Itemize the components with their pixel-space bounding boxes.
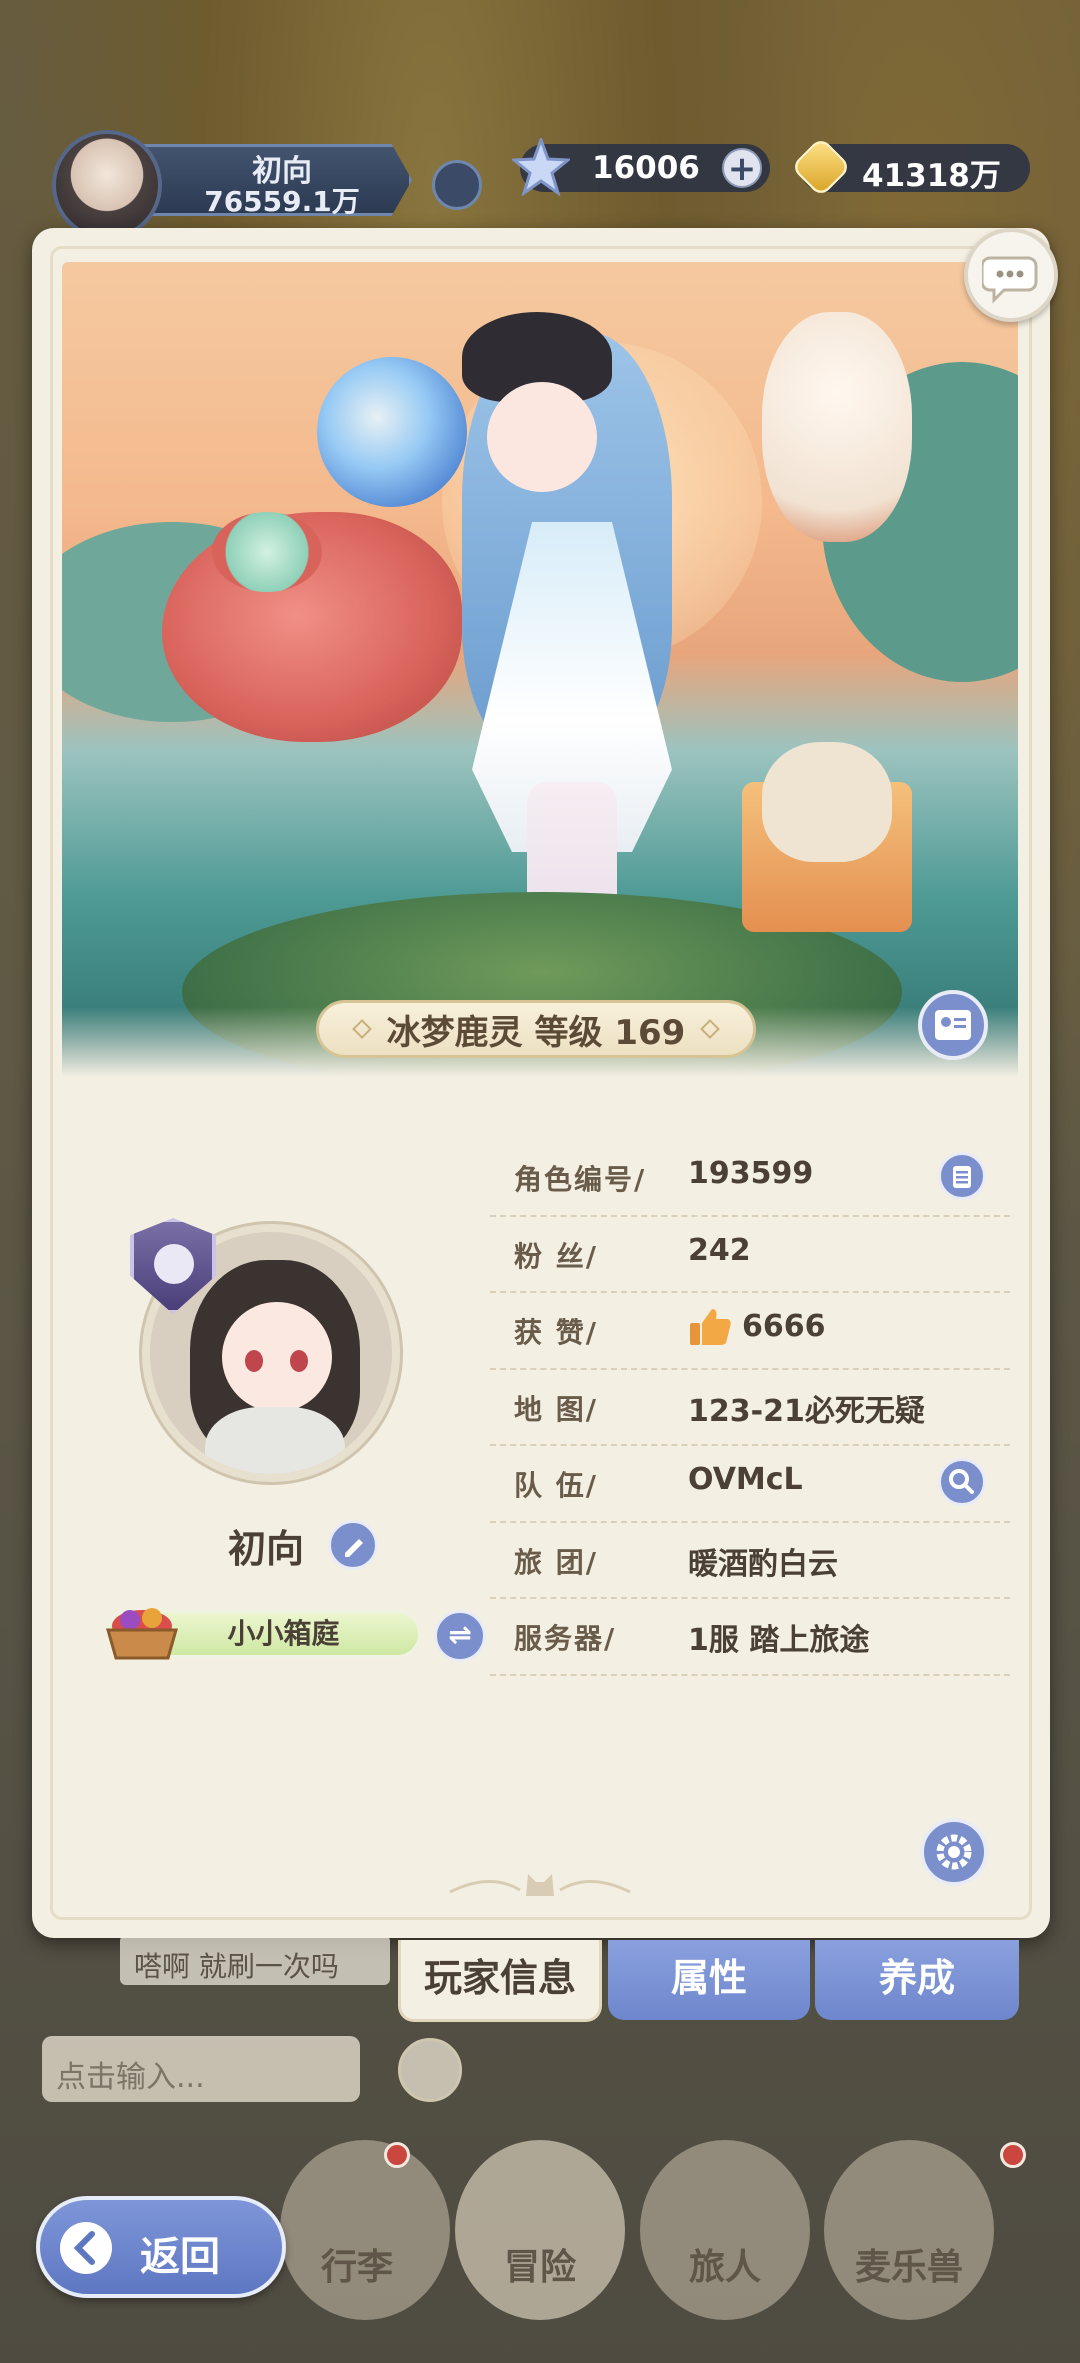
emoji-button[interactable] bbox=[398, 2038, 462, 2102]
avatar-body bbox=[205, 1407, 345, 1474]
back-arrow-icon bbox=[60, 2222, 112, 2274]
settings-button[interactable] bbox=[920, 1818, 988, 1886]
water-orb bbox=[317, 357, 467, 507]
notification-dot bbox=[1000, 2142, 1026, 2168]
info-value: 6666 bbox=[742, 1309, 826, 1344]
nav-pets-label: 麦乐兽 bbox=[854, 2247, 963, 2288]
info-label: 队 伍/ bbox=[514, 1469, 598, 1502]
ornament-diamond-icon bbox=[700, 1019, 721, 1039]
fish-pet-eye bbox=[212, 512, 322, 592]
nav-luggage-label: 行李 bbox=[320, 2247, 393, 2288]
info-row-role-id: 角色编号/ 193599 bbox=[490, 1140, 1010, 1217]
edit-name-button[interactable] bbox=[328, 1520, 378, 1570]
copy-id-button[interactable] bbox=[938, 1152, 986, 1200]
add-gems-button[interactable]: + bbox=[722, 148, 762, 188]
info-value: 193599 bbox=[688, 1156, 814, 1191]
nav-luggage[interactable] bbox=[280, 2140, 450, 2320]
info-value: 123-21必死无疑 bbox=[688, 1393, 925, 1429]
view-team-button[interactable] bbox=[938, 1458, 986, 1506]
ornament-diamond-icon bbox=[351, 1019, 372, 1039]
top-player-profile[interactable]: 初向 76559.1万 bbox=[12, 130, 482, 240]
notification-dot bbox=[384, 2142, 410, 2168]
pencil-icon bbox=[345, 1539, 363, 1557]
cat-ornament-icon bbox=[449, 1874, 631, 1896]
top-avatar[interactable] bbox=[52, 130, 162, 240]
search-icon bbox=[949, 1469, 974, 1494]
tab-player-info[interactable]: 玩家信息 bbox=[398, 1940, 602, 2022]
copy-icon bbox=[953, 1166, 971, 1188]
gem-count: 16006 bbox=[592, 150, 700, 186]
cat-face bbox=[762, 742, 892, 862]
nav-travelers[interactable] bbox=[640, 2140, 810, 2320]
guild-icon[interactable] bbox=[432, 160, 482, 210]
back-label: 返回 bbox=[140, 2234, 220, 2280]
nav-pets[interactable] bbox=[824, 2140, 994, 2320]
character-title-plate: 冰梦鹿灵 等级 169 bbox=[316, 1000, 756, 1058]
shield-cross-icon bbox=[154, 1244, 194, 1284]
avatar-face bbox=[222, 1302, 332, 1412]
info-value: 暖酒酌白云 bbox=[688, 1546, 838, 1582]
gold-currency: 41318万 bbox=[790, 136, 1030, 198]
fruit-basket-icon bbox=[106, 1608, 178, 1660]
info-label: 角色编号/ bbox=[514, 1163, 647, 1196]
info-label: 粉 丝/ bbox=[514, 1239, 598, 1273]
tab-growth[interactable]: 养成 bbox=[815, 1940, 1019, 2020]
player-info-list: 角色编号/ 193599 粉 丝/ 242 获 赞/ 6666 地 图/ 123… bbox=[490, 1140, 1010, 1676]
nav-travelers-label: 旅人 bbox=[688, 2247, 761, 2288]
info-row-server: 服务器/ 1服 踏上旅途 bbox=[490, 1599, 1010, 1676]
info-row-team: 队 伍/ OVMcL bbox=[490, 1446, 1010, 1523]
info-label: 服务器/ bbox=[514, 1622, 617, 1655]
switch-home-button[interactable]: ⇌ bbox=[434, 1610, 486, 1662]
info-row-guild: 旅 团/ 暖酒酌白云 bbox=[490, 1523, 1010, 1599]
tab-attributes[interactable]: 属性 bbox=[608, 1940, 810, 2020]
info-value: 1服 踏上旅途 bbox=[688, 1623, 870, 1658]
info-row-likes: 获 赞/ 6666 bbox=[490, 1293, 1010, 1370]
chat-icon bbox=[982, 256, 1038, 304]
info-row-fans: 粉 丝/ 242 bbox=[490, 1217, 1010, 1293]
chat-preview: 嗒啊 就刷一次吗 bbox=[120, 1935, 390, 1985]
nav-adventure-label: 冒险 bbox=[503, 2247, 576, 2288]
top-power-value: 76559.1万 bbox=[204, 185, 360, 218]
gem-currency: 16006 + bbox=[512, 138, 770, 196]
info-label: 地 图/ bbox=[514, 1392, 598, 1426]
chat-input[interactable]: 点击输入... bbox=[42, 2036, 360, 2102]
back-button[interactable]: 返回 bbox=[36, 2196, 286, 2298]
avatar-eye-right bbox=[290, 1350, 308, 1372]
nav-adventure[interactable] bbox=[455, 2140, 625, 2320]
info-value: 242 bbox=[688, 1232, 751, 1268]
gold-count: 41318万 bbox=[862, 158, 1001, 194]
star-gem-icon bbox=[512, 138, 570, 196]
avatar-eye-left bbox=[245, 1350, 263, 1372]
player-name: 初向 bbox=[228, 1527, 305, 1571]
profile-card-button[interactable] bbox=[918, 990, 988, 1060]
character-title: 冰梦鹿灵 等级 169 bbox=[386, 1012, 686, 1053]
info-row-map: 地 图/ 123-21必死无疑 bbox=[490, 1370, 1010, 1446]
character-face bbox=[487, 382, 597, 492]
info-value: OVMcL bbox=[688, 1462, 803, 1497]
info-label: 获 赞/ bbox=[514, 1316, 598, 1349]
info-label: 旅 团/ bbox=[514, 1545, 598, 1579]
id-card-icon bbox=[935, 1010, 971, 1040]
gear-icon bbox=[936, 1834, 972, 1870]
thumbs-up-icon[interactable] bbox=[688, 1307, 732, 1347]
character-showcase bbox=[62, 262, 1018, 1077]
chat-bubble-button[interactable] bbox=[964, 228, 1058, 322]
sheep-pet-figure bbox=[762, 312, 912, 542]
